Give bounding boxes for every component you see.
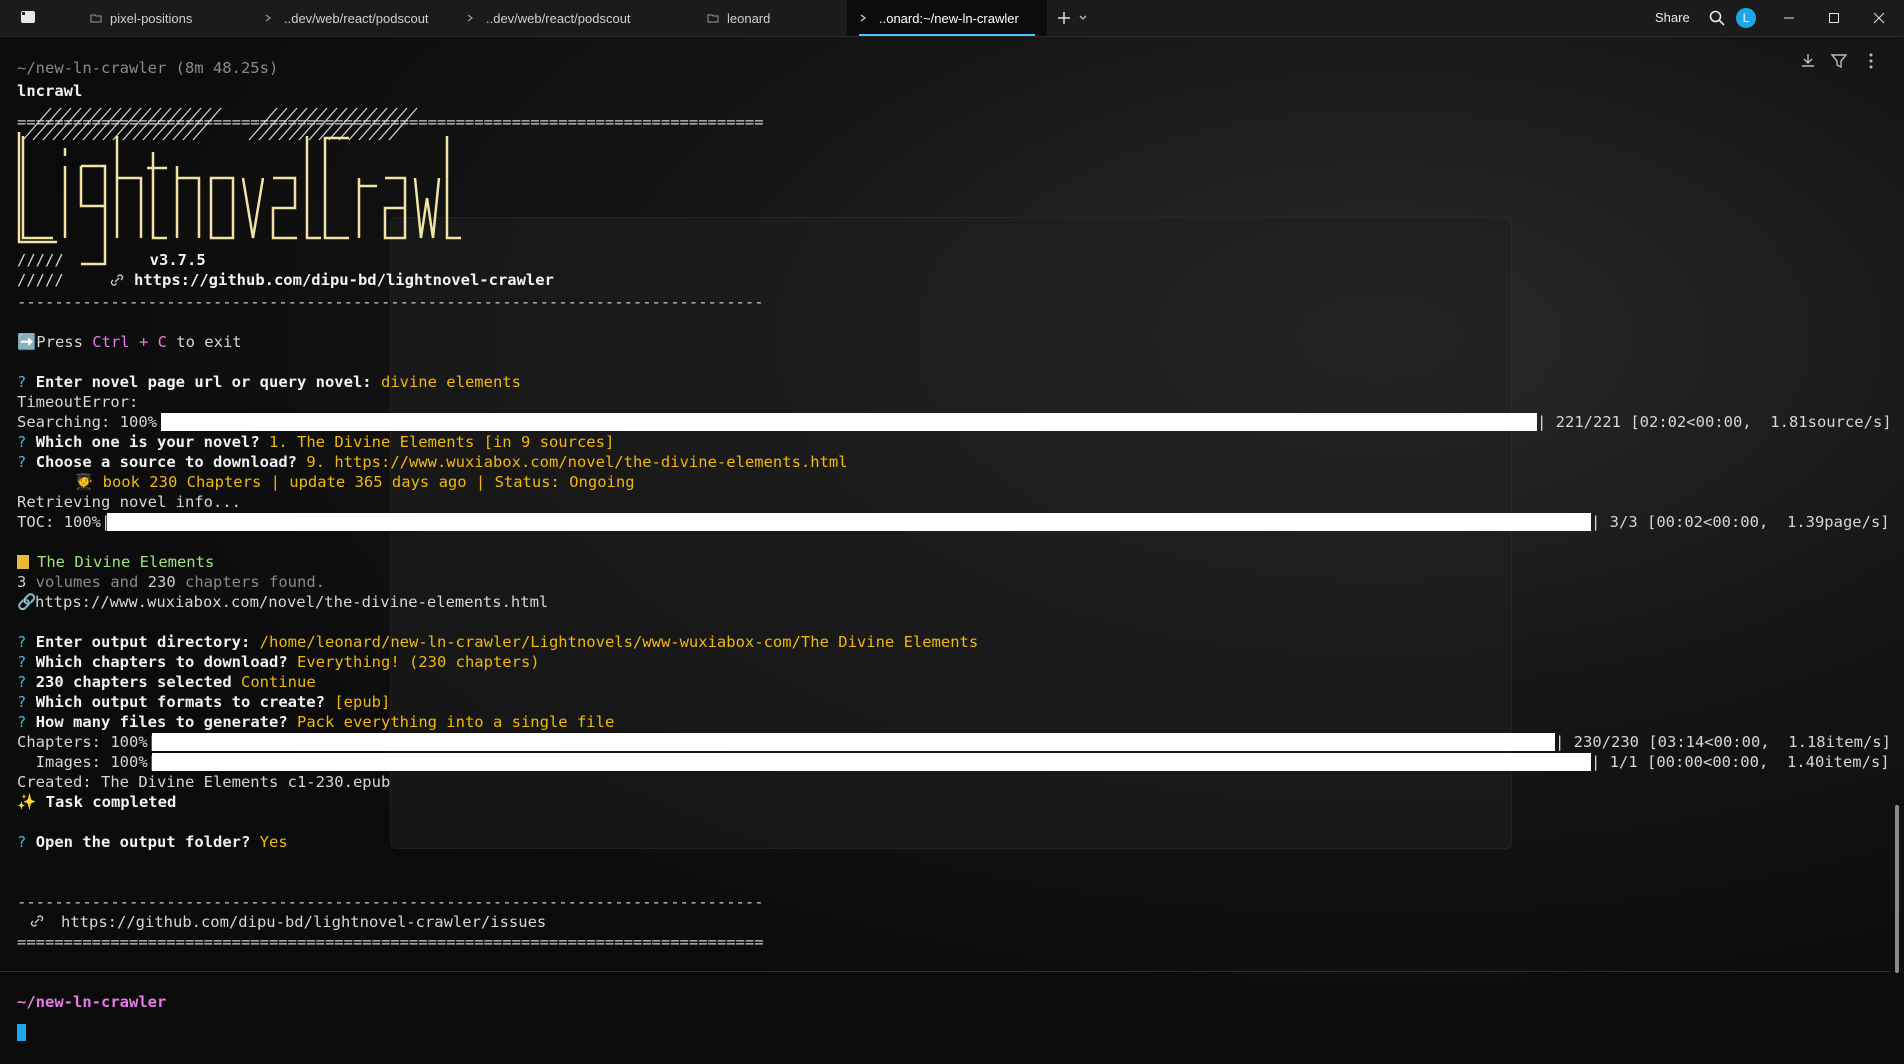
toc-progress-bar <box>107 513 1591 531</box>
terminal-prompt-icon <box>265 14 271 22</box>
search-icon <box>1709 10 1725 26</box>
title-bar: pixel-positions ..dev/web/react/podscout… <box>0 0 1904 37</box>
plus-icon <box>1058 12 1070 24</box>
terminal-app-icon[interactable] <box>20 10 36 24</box>
chapters-progress-label: Chapters: 100%| <box>17 733 157 751</box>
press-hint: ➡️Press Ctrl + C to exit <box>17 333 242 351</box>
toc-progress-label: TOC: 100%| <box>17 513 111 531</box>
scrollbar[interactable] <box>1895 805 1899 973</box>
prompt-which-novel: ? Which one is your novel? 1. The Divine… <box>17 433 615 451</box>
version-text: v3.7.5 <box>149 251 206 269</box>
prompt-open-folder: ? Open the output folder? Yes <box>17 833 288 851</box>
prompt-files: ? How many files to generate? Pack every… <box>17 713 615 731</box>
separator-double-bottom: ========================================… <box>17 933 764 951</box>
prompt-chapters: ? Which chapters to download? Everything… <box>17 653 540 671</box>
timeout-error: TimeoutError: <box>17 393 139 411</box>
tab-label: pixel-positions <box>110 10 193 26</box>
share-button[interactable]: Share <box>1655 0 1690 36</box>
book-icon <box>17 555 29 569</box>
tab-label: leonard <box>727 10 771 26</box>
link-icon <box>110 274 124 286</box>
tab-label: ..dev/web/react/podscout <box>486 10 631 26</box>
logo-slashes-1: /////v3.7.5 <box>17 251 206 269</box>
block-header-path: ~/new-ln-crawler (8m 48.25s) <box>17 59 279 77</box>
retrieving-info: Retrieving novel info... <box>17 493 241 511</box>
tab-podscout-1[interactable]: ..dev/web/react/podscout <box>252 0 437 36</box>
folder-icon <box>90 14 102 23</box>
images-progress-stats: | 1/1 [00:00<00:00, 1.40item/s] <box>1591 753 1890 771</box>
novel-url-line: 🔗https://www.wuxiabox.com/novel/the-divi… <box>17 592 548 612</box>
link-icon <box>30 915 44 927</box>
tab-new-ln-crawler[interactable]: ..onard:~/new-ln-crawler <box>847 0 1047 36</box>
chevron-down-icon <box>1079 15 1087 20</box>
separator-single: ----------------------------------------… <box>17 293 764 311</box>
chapters-progress-bar <box>152 733 1555 751</box>
text-cursor[interactable] <box>17 1024 26 1041</box>
searching-progress-label: Searching: 100%| <box>17 413 167 431</box>
prompt-path: ~/new-ln-crawler <box>17 993 167 1011</box>
novel-title-line: The Divine Elements <box>17 552 214 572</box>
terminal-prompt-icon <box>467 14 473 22</box>
tab-leonard[interactable]: leonard <box>695 0 825 36</box>
novel-url-link[interactable]: https://www.wuxiabox.com/novel/the-divin… <box>35 593 548 611</box>
issues-url-link[interactable]: https://github.com/dipu-bd/lightnovel-cr… <box>61 912 546 932</box>
avatar[interactable]: L <box>1736 8 1756 28</box>
volumes-chapters-found: 3 volumes and 230 chapters found. <box>17 573 325 591</box>
toc-progress-stats: | 3/3 [00:02<00:00, 1.39page/s] <box>1591 513 1890 531</box>
book-info: 🧑‍🎓 book 230 Chapters | update 365 days … <box>74 473 635 491</box>
searching-progress-stats: | 221/221 [02:02<00:00, 1.81source/s] <box>1537 413 1892 431</box>
block-divider <box>0 971 1890 972</box>
new-tab-button[interactable] <box>1054 0 1074 36</box>
searching-progress-bar <box>161 413 1537 431</box>
maximize-button[interactable] <box>1820 0 1848 36</box>
download-icon[interactable] <box>1799 52 1817 70</box>
prompt-novel-query: ? Enter novel page url or query novel: d… <box>17 373 521 391</box>
repo-url-link[interactable]: https://github.com/dipu-bd/lightnovel-cr… <box>134 270 554 290</box>
maximize-icon <box>1829 13 1839 23</box>
images-progress-label: Images: 100%| <box>17 753 157 771</box>
tab-podscout-2[interactable]: ..dev/web/react/podscout <box>454 0 639 36</box>
close-button[interactable] <box>1865 0 1893 36</box>
tab-label: ..dev/web/react/podscout <box>284 10 429 26</box>
chapters-progress-stats: | 230/230 [03:14<00:00, 1.18item/s] <box>1555 733 1891 751</box>
minimize-icon <box>1784 17 1794 19</box>
created-file: Created: The Divine Elements c1-230.epub <box>17 773 391 791</box>
tab-dropdown-button[interactable] <box>1076 0 1090 36</box>
tab-label: ..onard:~/new-ln-crawler <box>879 10 1019 26</box>
filter-icon[interactable] <box>1830 52 1848 70</box>
tab-pixel-positions[interactable]: pixel-positions <box>78 0 228 36</box>
minimize-button[interactable] <box>1775 0 1803 36</box>
close-icon <box>1873 12 1885 24</box>
prompt-chapters-selected: ? 230 chapters selected Continue <box>17 673 316 691</box>
link-icon: 🔗 <box>17 593 37 611</box>
terminal-prompt-icon <box>860 14 866 22</box>
task-completed: ✨ Task completed <box>17 793 177 811</box>
separator-single-bottom: ----------------------------------------… <box>17 893 764 911</box>
images-progress-bar <box>152 753 1591 771</box>
folder-icon <box>707 14 719 23</box>
prompt-output-dir: ? Enter output directory: /home/leonard/… <box>17 633 979 651</box>
more-options-icon[interactable] <box>1862 52 1880 70</box>
prompt-choose-source: ? Choose a source to download? 9. https:… <box>17 453 848 471</box>
prompt-formats: ? Which output formats to create? [epub] <box>17 693 391 711</box>
search-button[interactable] <box>1707 0 1727 36</box>
